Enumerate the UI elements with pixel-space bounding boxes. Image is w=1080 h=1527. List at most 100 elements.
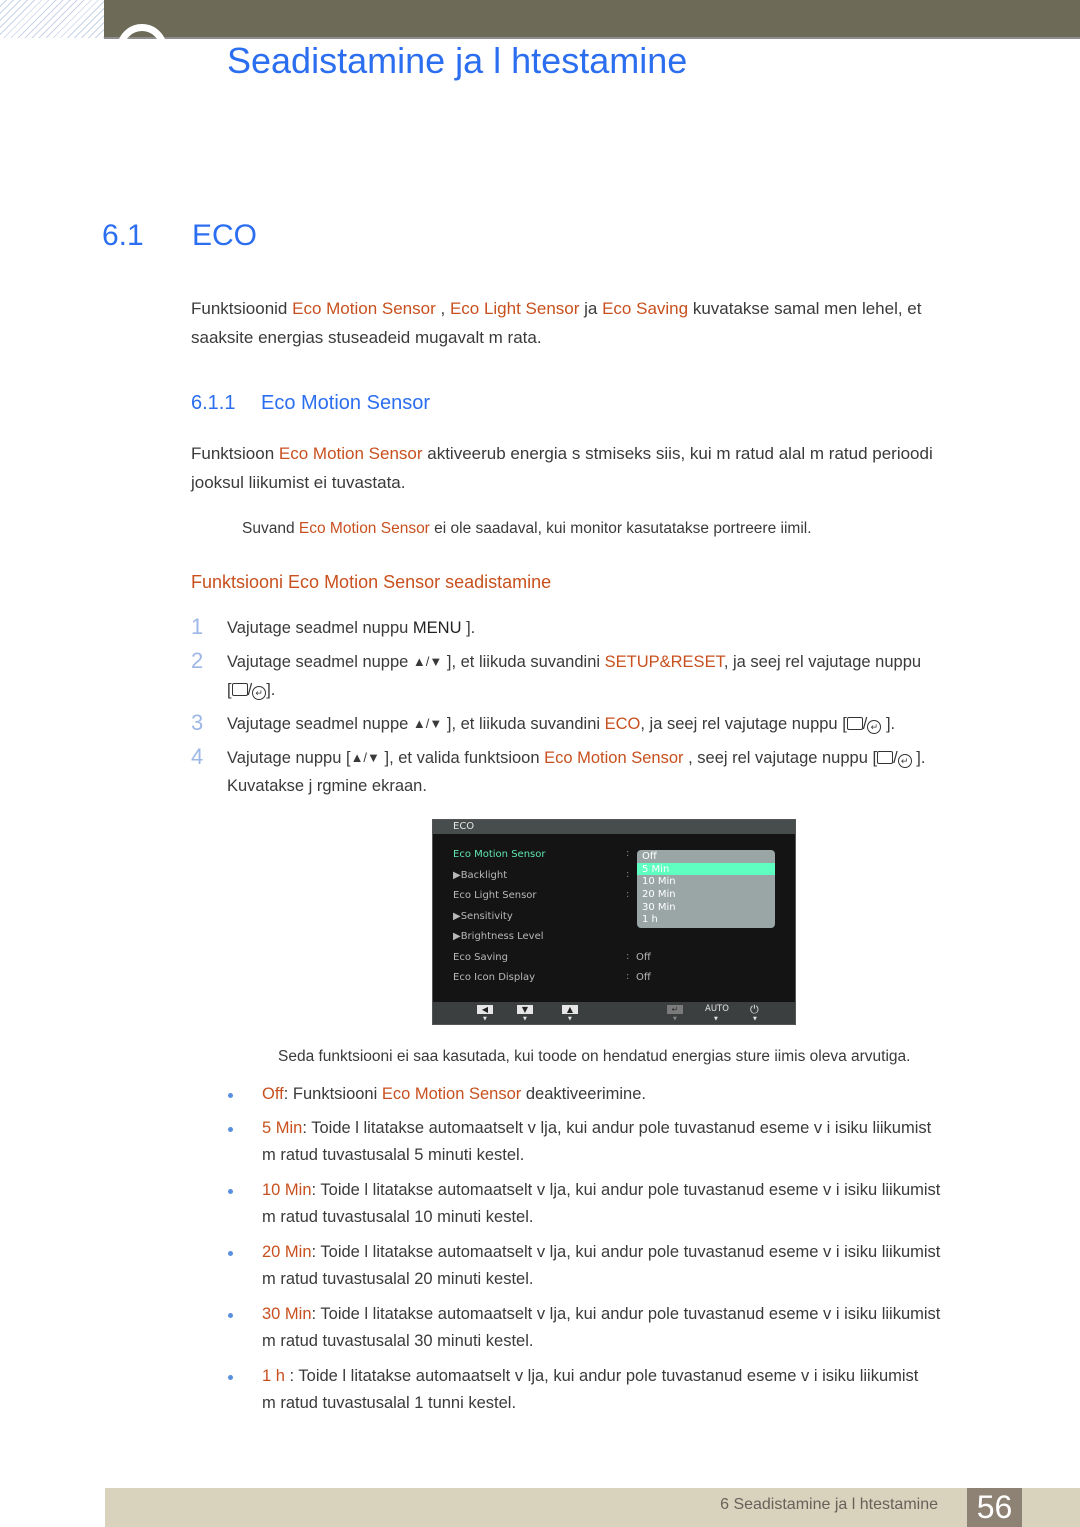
highlight-term: Eco Light Sensor: [449, 299, 580, 318]
osd-button-bar: ◀ ▼ ▲ ↵ AUTO ⏻ ▼ ▼ ▼ ▼ ▼ ▼: [433, 1002, 795, 1024]
osd-option-20-min[interactable]: 20 Min: [637, 888, 775, 901]
bullet-icon: [228, 1375, 233, 1380]
power-icon[interactable]: ⏻: [750, 1003, 759, 1017]
step-text: ], et valida funktsioon: [379, 749, 545, 767]
header-hatch-decoration: [0, 0, 104, 38]
option-5-min: 5 Min: Toide l litatakse automaatselt v …: [262, 1115, 931, 1169]
highlight-term: Eco Motion Sensor: [544, 749, 684, 767]
subsection-title: Eco Motion Sensor: [261, 392, 430, 414]
option-1-h: 1 h : Toide l litatakse automaatselt v l…: [262, 1363, 918, 1417]
step-text: ].: [911, 749, 926, 767]
subsection-description: Funktsioon Eco Motion Sensor aktiveerub …: [191, 439, 933, 497]
option-10-min: 10 Min: Toide l litatakse automaatselt v…: [262, 1177, 940, 1231]
step-text: ].: [881, 715, 896, 733]
step-text: , seej rel vajutage nuppu [: [683, 749, 878, 767]
option-text: : Funktsiooni: [283, 1085, 382, 1103]
step-text: [: [227, 681, 232, 699]
osd-option-5-min[interactable]: 5 Min: [637, 862, 775, 876]
up-down-icon: ▲/▼: [350, 750, 380, 765]
option-20-min: 20 Min: Toide l litatakse automaatselt v…: [262, 1239, 940, 1293]
step-text: Vajutage seadmel nuppu: [227, 619, 413, 637]
option-text: : Toide l litatakse automaatselt v lja, …: [302, 1119, 932, 1137]
tick-icon: ▼: [753, 1016, 757, 1022]
step-1: Vajutage seadmel nuppu MENU ].: [227, 614, 475, 642]
source-button-icon: [846, 717, 863, 730]
osd-item-eco-saving[interactable]: Eco Saving: [453, 952, 508, 963]
step-text: Vajutage nuppu [: [227, 749, 351, 767]
option-key: 5 Min: [262, 1119, 303, 1137]
osd-option-10-min[interactable]: 10 Min: [637, 875, 775, 888]
step-text: Vajutage seadmel nuppe: [227, 715, 413, 733]
portrait-note: Suvand Eco Motion Sensor ei ole saadaval…: [242, 520, 812, 538]
highlight-term: ECO: [604, 715, 641, 733]
step-text: Vajutage seadmel nuppe: [227, 653, 413, 671]
bullet-icon: [228, 1251, 233, 1256]
step-number: 2: [191, 648, 204, 673]
left-arrow-icon[interactable]: ◀: [477, 1005, 493, 1014]
option-text: deaktiveerimine.: [521, 1085, 646, 1103]
option-text: : Toide l litatakse automaatselt v lja, …: [311, 1181, 941, 1199]
subsection-number: 6.1.1: [191, 392, 236, 414]
step-text: , ja seej rel vajutage nuppu: [723, 653, 922, 671]
bullet-icon: [228, 1189, 233, 1194]
enter-icon: ↵: [252, 686, 267, 700]
step-4: Vajutage nuppu [▲/▼ ], et valida funktsi…: [227, 744, 925, 800]
osd-colon: :: [626, 848, 630, 859]
tick-icon: ▼: [673, 1016, 677, 1022]
osd-option-30-min[interactable]: 30 Min: [637, 901, 775, 914]
step-text: ].: [266, 681, 276, 699]
intro-paragraph: Funktsioonid Eco Motion Sensor , Eco Lig…: [191, 294, 922, 352]
osd-item-sensitivity[interactable]: ▶Sensitivity: [453, 911, 513, 922]
osd-item-eco-icon-display[interactable]: Eco Icon Display: [453, 972, 535, 983]
down-arrow-icon[interactable]: ▼: [517, 1005, 533, 1014]
step-text: ], et liikuda suvandini: [442, 715, 605, 733]
osd-colon: :: [626, 971, 630, 982]
power-saving-warning: Seda funktsiooni ei saa kasutada, kui to…: [278, 1048, 911, 1065]
osd-dropdown[interactable]: Off 5 Min 10 Min 20 Min 30 Min 1 h: [637, 850, 775, 928]
footer-chapter: 6 Seadistamine ja l htestamine: [720, 1496, 938, 1513]
osd-colon: :: [626, 869, 630, 880]
tick-icon: ▼: [714, 1016, 718, 1022]
procedure-title: Funktsiooni Eco Motion Sensor seadistami…: [191, 572, 552, 592]
option-key: 30 Min: [262, 1305, 312, 1323]
auto-button[interactable]: AUTO: [705, 1004, 729, 1014]
option-text: m ratud tuvastusalal 5 minuti kestel.: [262, 1146, 525, 1164]
osd-item-eco-light-sensor[interactable]: Eco Light Sensor: [453, 890, 537, 901]
enter-icon[interactable]: ↵: [667, 1005, 683, 1014]
header-bar: [104, 0, 1080, 39]
osd-option-1-h[interactable]: 1 h: [637, 913, 775, 926]
highlight-term: Eco Motion Sensor: [278, 444, 423, 463]
highlight-term: Eco Motion Sensor: [381, 1085, 522, 1103]
up-arrow-icon[interactable]: ▲: [562, 1005, 578, 1014]
option-key: 1 h: [262, 1367, 285, 1385]
enter-icon: ↵: [867, 720, 882, 734]
osd-value-eco-saving: Off: [636, 952, 651, 963]
step-text: ], et liikuda suvandini: [442, 653, 605, 671]
osd-colon: :: [626, 951, 630, 962]
tick-icon: ▼: [483, 1016, 487, 1022]
osd-title: ECO: [433, 820, 795, 834]
osd-colon: :: [626, 889, 630, 900]
osd-item-brightness-level[interactable]: ▶Brightness Level: [453, 931, 544, 942]
up-down-icon: ▲/▼: [412, 716, 443, 731]
intro-text: saaksite energias stuseadeid mugavalt m …: [191, 328, 542, 347]
option-text: m ratud tuvastusalal 20 minuti kestel.: [262, 1270, 534, 1288]
step-text: ].: [461, 619, 476, 637]
highlight-term: Eco Motion Sensor: [292, 299, 436, 318]
intro-text: Funktsioonid: [191, 299, 293, 318]
step-text: , ja seej rel vajutage nuppu [: [640, 715, 847, 733]
option-text: m ratud tuvastusalal 10 minuti kestel.: [262, 1208, 534, 1226]
step-number: 1: [191, 614, 204, 639]
osd-item-backlight[interactable]: ▶Backlight: [453, 870, 507, 881]
option-key: 10 Min: [262, 1181, 312, 1199]
note-text: Suvand: [242, 520, 299, 537]
section-number: 6.1: [102, 219, 144, 252]
highlight-term: Eco Motion Sensor: [298, 520, 430, 537]
osd-eco-menu: ECO Eco Motion Sensor : ▶Backlight : Eco…: [432, 819, 796, 1025]
desc-text: aktiveerub energia s stmiseks siis, kui …: [422, 444, 933, 463]
osd-item-eco-motion-sensor[interactable]: Eco Motion Sensor: [453, 849, 545, 860]
osd-option-off[interactable]: Off: [637, 850, 775, 863]
page-footer: 6 Seadistamine ja l htestamine 56: [105, 1488, 1080, 1527]
source-button-icon: [231, 683, 248, 696]
highlight-term: Eco Saving: [602, 299, 689, 318]
